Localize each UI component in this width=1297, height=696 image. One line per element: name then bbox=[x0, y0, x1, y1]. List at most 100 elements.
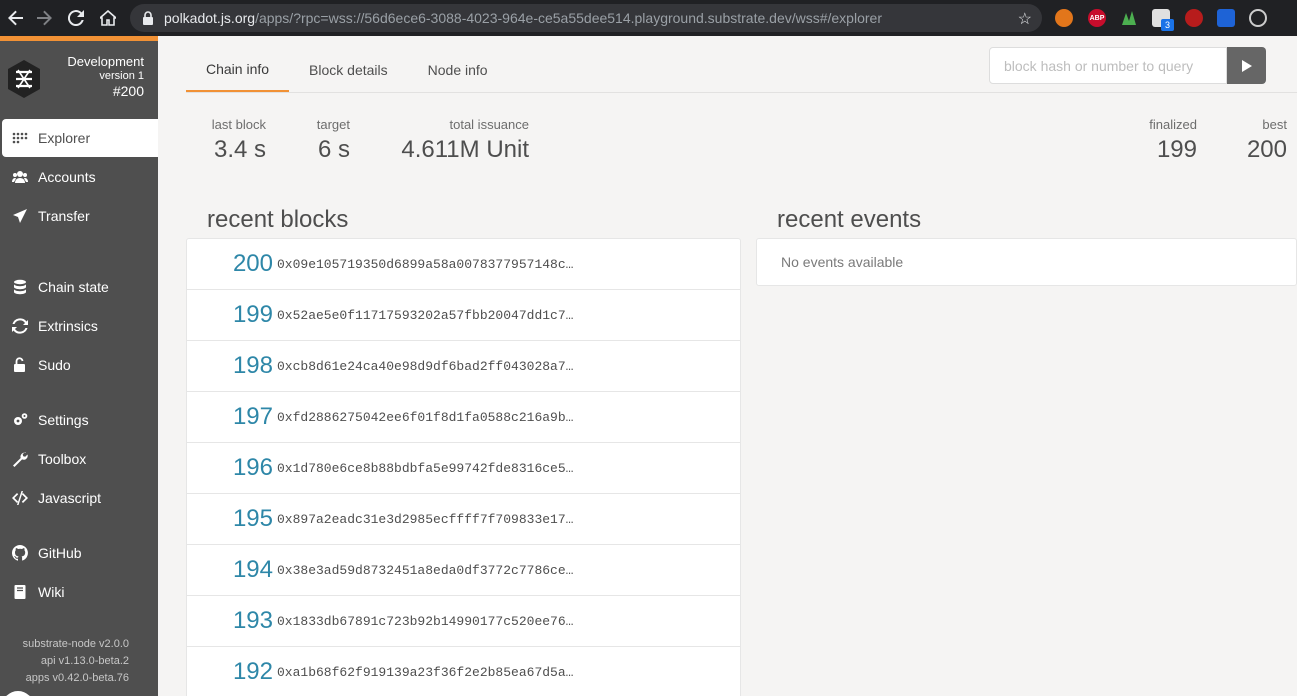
sidebar-item-label: Transfer bbox=[38, 208, 90, 224]
block-number-link[interactable]: 197 bbox=[187, 403, 273, 431]
block-number-link[interactable]: 193 bbox=[187, 607, 273, 635]
sidebar-item-label: Explorer bbox=[38, 130, 91, 146]
block-number-link[interactable]: 192 bbox=[187, 658, 273, 686]
stat-target: target 6 s bbox=[310, 117, 350, 165]
sidebar-item-explorer[interactable]: Explorer bbox=[2, 119, 158, 157]
stat-label: total issuance bbox=[449, 117, 530, 132]
forward-icon[interactable] bbox=[28, 0, 60, 36]
table-row: 200 0x09e105719350d6899a58a0078377957148… bbox=[187, 239, 740, 290]
block-hash: 0xcb8d61e24ca40e98d9df6bad2ff043028a7… bbox=[277, 358, 574, 374]
send-icon bbox=[11, 208, 29, 224]
users-icon bbox=[11, 169, 29, 185]
block-hash: 0xa1b68f62f919139a23f36f2e2b85ea67d5a… bbox=[277, 664, 574, 680]
stat-value: 199 bbox=[1156, 136, 1197, 163]
explorer-grid-icon bbox=[11, 130, 29, 146]
sidebar-item-javascript[interactable]: Javascript bbox=[0, 479, 158, 517]
sidebar-item-settings[interactable]: Settings bbox=[0, 401, 158, 439]
explorer-tabs: Chain info Block details Node info bbox=[186, 48, 508, 92]
stat-finalized: finalized 199 bbox=[1140, 117, 1197, 165]
block-hash: 0xfd2886275042ee6f01f8d1fa0588c216a9b… bbox=[277, 409, 574, 425]
stat-total-issuance: total issuance 4.611M Unit bbox=[390, 117, 529, 165]
chain-version: version 1 bbox=[99, 70, 144, 82]
stat-last-block: last block 3.4 s bbox=[208, 117, 266, 165]
stat-value: 6 s bbox=[317, 136, 350, 163]
reload-icon[interactable] bbox=[60, 0, 92, 36]
recent-events-title: recent events bbox=[777, 206, 922, 233]
sidebar-item-label: Toolbox bbox=[38, 451, 87, 467]
recent-blocks-list: 200 0x09e105719350d6899a58a0078377957148… bbox=[186, 238, 741, 696]
stat-best: best 200 bbox=[1236, 117, 1287, 165]
url-host: polkadot.js.org bbox=[164, 10, 256, 26]
substrate-logo-icon bbox=[8, 60, 40, 98]
bookmark-star-icon[interactable]: ☆ bbox=[1018, 9, 1032, 29]
collapse-toggle[interactable] bbox=[2, 691, 34, 696]
block-hash: 0x09e105719350d6899a58a0078377957148c… bbox=[277, 256, 574, 272]
sidebar-item-label: Settings bbox=[38, 412, 89, 428]
sidebar-item-wiki[interactable]: Wiki bbox=[0, 573, 158, 611]
sidebar-item-chain-state[interactable]: Chain state bbox=[0, 268, 158, 306]
table-row: 198 0xcb8d61e24ca40e98d9df6bad2ff043028a… bbox=[187, 341, 740, 392]
table-row: 196 0x1d780e6ce8b88bdbfa5e99742fde8316ce… bbox=[187, 443, 740, 494]
stat-label: finalized bbox=[1149, 117, 1197, 132]
table-row: 195 0x897a2eadc31e3d2985ecffff7f709833e1… bbox=[187, 494, 740, 545]
sidebar-item-accounts[interactable]: Accounts bbox=[0, 158, 158, 196]
sync-icon bbox=[11, 318, 29, 334]
sidebar-item-transfer[interactable]: Transfer bbox=[0, 197, 158, 235]
tab-node-info[interactable]: Node info bbox=[408, 48, 508, 92]
metamask-icon[interactable] bbox=[1055, 9, 1073, 27]
wrench-icon bbox=[11, 451, 29, 467]
chain-name: Development bbox=[67, 54, 144, 69]
block-search-input[interactable] bbox=[989, 47, 1227, 84]
sidebar-item-label: Extrinsics bbox=[38, 318, 98, 334]
block-number-link[interactable]: 198 bbox=[187, 352, 273, 380]
browser-toolbar: polkadot.js.org/apps/?rpc=wss://56d6ece6… bbox=[0, 0, 1297, 36]
stat-label: best bbox=[1262, 117, 1287, 132]
chain-brand[interactable]: Development version 1 #200 bbox=[0, 41, 158, 119]
sidebar-item-label: Chain state bbox=[38, 279, 109, 295]
block-hash: 0x52ae5e0f11717593202a57fbb20047dd1c7… bbox=[277, 307, 574, 323]
block-number-link[interactable]: 195 bbox=[187, 505, 273, 533]
database-icon bbox=[11, 279, 29, 295]
github-icon bbox=[11, 545, 29, 561]
block-hash: 0x1d780e6ce8b88bdbfa5e99742fde8316ce5… bbox=[277, 460, 574, 476]
sidebar-item-label: Accounts bbox=[38, 169, 96, 185]
unlock-icon bbox=[11, 357, 29, 373]
apps-version: apps v0.42.0-beta.76 bbox=[25, 672, 129, 684]
brand-text: Development version 1 #200 bbox=[67, 54, 144, 100]
tab-chain-info[interactable]: Chain info bbox=[186, 48, 290, 92]
sidebar-item-label: Sudo bbox=[38, 357, 71, 373]
sidebar-item-label: GitHub bbox=[38, 545, 82, 561]
chart-icon[interactable] bbox=[1120, 9, 1138, 27]
chain-block-number: #200 bbox=[112, 83, 144, 99]
search-submit-button[interactable] bbox=[1227, 47, 1266, 84]
play-icon bbox=[1241, 59, 1252, 72]
tab-block-details[interactable]: Block details bbox=[289, 48, 408, 92]
extension-badge: 3 bbox=[1161, 19, 1174, 31]
sidebar-item-github[interactable]: GitHub bbox=[0, 534, 158, 572]
lock-icon bbox=[143, 11, 153, 25]
block-number-link[interactable]: 200 bbox=[187, 250, 273, 278]
address-bar[interactable]: polkadot.js.org/apps/?rpc=wss://56d6ece6… bbox=[130, 4, 1042, 32]
block-number-link[interactable]: 196 bbox=[187, 454, 273, 482]
stat-value: 3.4 s bbox=[213, 136, 266, 163]
table-row: 194 0x38e3ad59d8732451a8eda0df3772c7786c… bbox=[187, 545, 740, 596]
sidebar-item-toolbox[interactable]: Toolbox bbox=[0, 440, 158, 478]
adblock-icon[interactable]: ABP bbox=[1088, 9, 1106, 27]
home-icon[interactable] bbox=[92, 0, 124, 36]
red-ext-icon[interactable] bbox=[1185, 9, 1203, 27]
sidebar-item-sudo[interactable]: Sudo bbox=[0, 346, 158, 384]
block-hash: 0x1833db67891c723b92b14990177c520ee76… bbox=[277, 613, 574, 629]
book-icon bbox=[11, 584, 29, 600]
block-number-link[interactable]: 199 bbox=[187, 301, 273, 329]
circle-ext-icon[interactable] bbox=[1249, 9, 1267, 27]
sidebar-item-extrinsics[interactable]: Extrinsics bbox=[0, 307, 158, 345]
sidebar-item-label: Javascript bbox=[38, 490, 102, 506]
stat-label: target bbox=[316, 117, 350, 132]
table-row: 193 0x1833db67891c723b92b14990177c520ee7… bbox=[187, 596, 740, 647]
blue-ext-icon[interactable] bbox=[1217, 9, 1235, 27]
table-row: 192 0xa1b68f62f919139a23f36f2e2b85ea67d5… bbox=[187, 647, 740, 696]
node-version: substrate-node v2.0.0 bbox=[22, 638, 129, 650]
table-row: 197 0xfd2886275042ee6f01f8d1fa0588c216a9… bbox=[187, 392, 740, 443]
version-info: substrate-node v2.0.0 api v1.13.0-beta.2… bbox=[23, 636, 129, 687]
block-number-link[interactable]: 194 bbox=[187, 556, 273, 584]
